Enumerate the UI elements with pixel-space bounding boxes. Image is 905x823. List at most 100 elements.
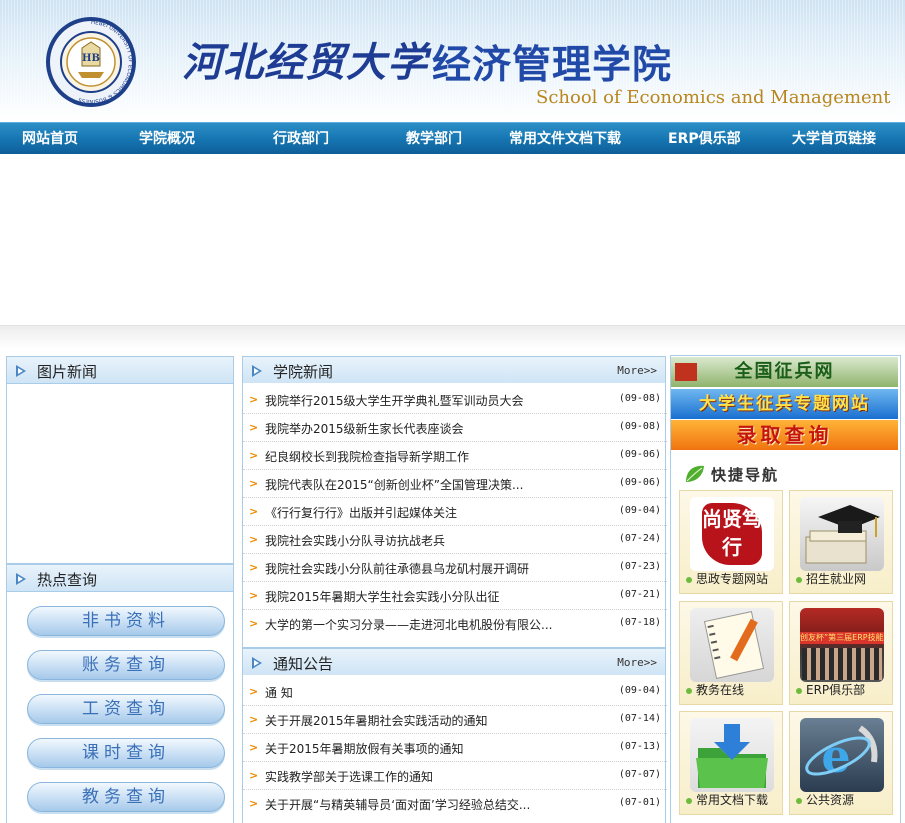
list-item: > 关于开展2015年暑期社会实践活动的通知 (07-14) bbox=[243, 706, 667, 734]
arrow-bullet-icon: > bbox=[249, 685, 259, 698]
notice-link[interactable]: 关于开展2015年暑期社会实践活动的通知 bbox=[265, 712, 488, 729]
bullet-dot-icon bbox=[796, 797, 802, 804]
news-link[interactable]: 我院举行2015级大学生开学典礼暨军训动员大会 bbox=[265, 392, 524, 409]
notice-date: (07-01) bbox=[618, 797, 661, 808]
tile-public-resources[interactable]: e 公共资源 bbox=[789, 711, 893, 815]
news-date: (09-08) bbox=[618, 393, 661, 404]
tile-document-download[interactable]: 常用文档下载 bbox=[679, 711, 783, 815]
arrow-bullet-icon: > bbox=[249, 561, 259, 574]
notice-date: (07-13) bbox=[618, 741, 661, 752]
news-date: (07-23) bbox=[618, 561, 661, 572]
triangle-bullet-icon bbox=[252, 657, 262, 669]
nav-item-about[interactable]: 学院概况 bbox=[139, 123, 195, 155]
nav-item-university-home[interactable]: 大学首页链接 bbox=[792, 123, 876, 155]
nav-item-home[interactable]: 网站首页 bbox=[22, 123, 78, 155]
bullet-dot-icon bbox=[796, 687, 802, 694]
seal-icon: 尚贤笃行 bbox=[690, 497, 774, 571]
bullet-dot-icon bbox=[686, 576, 692, 583]
photo-news-box bbox=[6, 383, 234, 564]
flag-icon bbox=[675, 363, 697, 381]
news-link[interactable]: 纪良纲校长到我院检查指导新学期工作 bbox=[265, 448, 469, 465]
news-date: (07-18) bbox=[618, 617, 661, 628]
seal-text: 尚贤笃行 bbox=[702, 503, 762, 565]
tile-label: ERP俱乐部 bbox=[806, 683, 866, 697]
student-enlistment-banner[interactable]: 大学生征兵专题网站 bbox=[671, 389, 898, 419]
tile-label: 常用文档下载 bbox=[696, 793, 769, 807]
news-link[interactable]: 大学的第一个实习分录——走进河北电机股份有限公... bbox=[265, 616, 552, 633]
news-date: (07-24) bbox=[618, 533, 661, 544]
tile-academic-online[interactable]: 教务在线 bbox=[679, 601, 783, 705]
news-link[interactable]: 我院社会实践小分队寻访抗战老兵 bbox=[265, 532, 445, 549]
notices-list: > 通 知 (09-04) > 关于开展2015年暑期社会实践活动的通知 (07-14)… bbox=[242, 675, 667, 823]
news-date: (09-06) bbox=[618, 449, 661, 460]
notices-header: 通知公告 More>> bbox=[242, 648, 666, 676]
notice-date: (07-07) bbox=[618, 769, 661, 780]
arrow-bullet-icon: > bbox=[249, 393, 259, 406]
account-query-button[interactable]: 账务查询 bbox=[27, 650, 225, 680]
main-nav: 网站首页 学院概况 行政部门 教学部门 常用文件文档下载 ERP俱乐部 大学首页… bbox=[0, 122, 905, 154]
news-link[interactable]: 我院社会实践小分队前往承德县乌龙矶村展开调研 bbox=[265, 560, 529, 577]
college-title: 经济管理学院 bbox=[432, 43, 673, 88]
nav-item-teaching[interactable]: 教学部门 bbox=[406, 123, 462, 155]
photo-news-header: 图片新闻 bbox=[6, 356, 234, 384]
svg-text:HB: HB bbox=[82, 53, 100, 64]
admission-query-banner[interactable]: 录取查询 bbox=[671, 420, 898, 450]
list-item: > 我院社会实践小分队前往承德县乌龙矶村展开调研 (07-23) bbox=[243, 554, 667, 582]
news-link[interactable]: 我院2015年暑期大学生社会实践小分队出征 bbox=[265, 588, 500, 605]
salary-query-button[interactable]: 工资查询 bbox=[27, 694, 225, 724]
arrow-bullet-icon: > bbox=[249, 589, 259, 602]
list-item: > 纪良纲校长到我院检查指导新学期工作 (09-06) bbox=[243, 442, 667, 470]
notice-link[interactable]: 关于2015年暑期放假有关事项的通知 bbox=[265, 740, 464, 757]
arrow-bullet-icon: > bbox=[249, 797, 259, 810]
college-news-more-link[interactable]: More>> bbox=[617, 364, 657, 377]
tile-ideology-site[interactable]: 尚贤笃行 思政专题网站 bbox=[679, 490, 783, 594]
recruitment-banner[interactable]: 全国征兵网 bbox=[671, 357, 898, 387]
tile-label: 公共资源 bbox=[806, 793, 855, 807]
arrow-bullet-icon: > bbox=[249, 421, 259, 434]
graduation-cap-icon bbox=[800, 497, 884, 571]
college-news-header: 学院新闻 More>> bbox=[242, 356, 666, 384]
notices-more-link[interactable]: More>> bbox=[617, 656, 657, 669]
tile-admissions-site[interactable]: 招生就业网 bbox=[789, 490, 893, 594]
nav-item-admin[interactable]: 行政部门 bbox=[273, 123, 329, 155]
notice-link[interactable]: 通 知 bbox=[265, 684, 293, 701]
arrow-bullet-icon: > bbox=[249, 449, 259, 462]
news-date: (09-04) bbox=[618, 505, 661, 516]
news-date: (09-06) bbox=[618, 477, 661, 488]
svg-text:e: e bbox=[821, 729, 850, 783]
internet-explorer-icon: e bbox=[800, 718, 884, 792]
hot-query-title: 热点查询 bbox=[37, 571, 98, 589]
arrow-bullet-icon: > bbox=[249, 713, 259, 726]
nav-item-downloads[interactable]: 常用文件文档下载 bbox=[509, 123, 621, 155]
arrow-bullet-icon: > bbox=[249, 533, 259, 546]
arrow-bullet-icon: > bbox=[249, 617, 259, 630]
folder-download-icon bbox=[690, 718, 774, 792]
bullet-dot-icon bbox=[686, 687, 692, 694]
list-item: > 《行行复行行》出版并引起媒体关注 (09-04) bbox=[243, 498, 667, 526]
bullet-dot-icon bbox=[796, 576, 802, 583]
triangle-bullet-icon bbox=[252, 365, 262, 377]
list-item: > 我院举行2015级大学生开学典礼暨军训动员大会 (09-08) bbox=[243, 386, 667, 414]
nonbook-query-button[interactable]: 非书资料 bbox=[27, 606, 225, 636]
recruitment-banner-label: 全国征兵网 bbox=[734, 361, 835, 382]
news-link[interactable]: 我院举办2015级新生家长代表座谈会 bbox=[265, 420, 464, 437]
university-title: 河北经贸大学 bbox=[182, 39, 428, 86]
class-hours-query-button[interactable]: 课时查询 bbox=[27, 738, 225, 768]
list-item: > 关于开展“与精英辅导员‘面对面’学习经验总结交... (07-01) bbox=[243, 790, 667, 818]
nav-item-erp-club[interactable]: ERP俱乐部 bbox=[668, 123, 741, 155]
arrow-bullet-icon: > bbox=[249, 741, 259, 754]
list-item: > 关于2015年暑期放假有关事项的通知 (07-13) bbox=[243, 734, 667, 762]
list-item: > 我院社会实践小分队寻访抗战老兵 (07-24) bbox=[243, 526, 667, 554]
notice-link[interactable]: 实践教学部关于选课工作的通知 bbox=[265, 768, 433, 785]
list-item: > 大学的第一个实习分录——走进河北电机股份有限公... (07-18) bbox=[243, 610, 667, 638]
notice-link[interactable]: 关于开展“与精英辅导员‘面对面’学习经验总结交... bbox=[265, 796, 530, 813]
news-link[interactable]: 我院代表队在2015“创新创业杯”全国管理决策... bbox=[265, 476, 523, 493]
tile-erp-club[interactable]: 创友杯”第三届ERP技能 ERP俱乐部 bbox=[789, 601, 893, 705]
triangle-bullet-icon bbox=[16, 573, 26, 585]
notebook-icon bbox=[690, 608, 774, 682]
academic-query-button[interactable]: 教务查询 bbox=[27, 782, 225, 812]
tile-label: 招生就业网 bbox=[806, 572, 867, 586]
arrow-bullet-icon: > bbox=[249, 505, 259, 518]
site-header: HB HEBEI UNIVERSITY OF ECONOMICS & BUSIN… bbox=[0, 0, 905, 122]
news-link[interactable]: 《行行复行行》出版并引起媒体关注 bbox=[265, 504, 457, 521]
